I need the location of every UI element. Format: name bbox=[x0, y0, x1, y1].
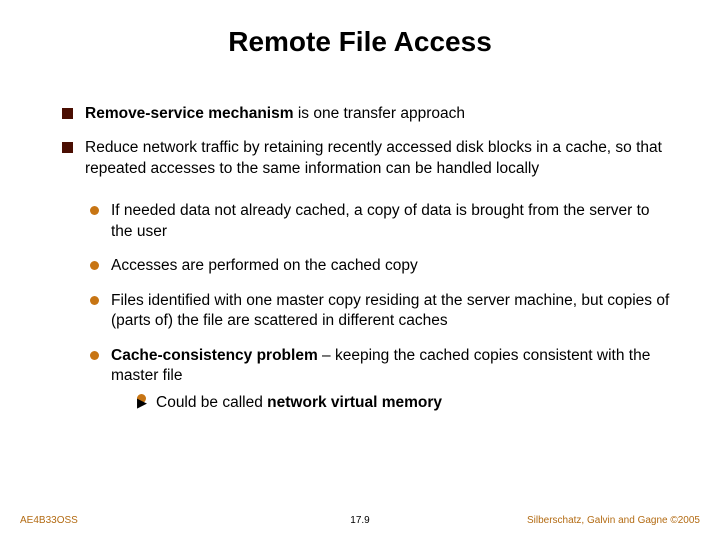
bullet-level2: Accesses are performed on the cached cop… bbox=[90, 256, 670, 276]
bullet-text: Cache-consistency problem – keeping the … bbox=[111, 346, 670, 413]
sub-sub-group: ▶ Could be called network virtual memory bbox=[111, 393, 670, 413]
circle-bullet-icon bbox=[90, 206, 99, 215]
bullet-text: Accesses are performed on the cached cop… bbox=[111, 256, 670, 276]
square-bullet-icon bbox=[62, 108, 73, 119]
bullet-level1: Remove-service mechanism is one transfer… bbox=[62, 104, 670, 124]
slide-title: Remote File Access bbox=[40, 26, 680, 58]
bullet-text: Could be called network virtual memory bbox=[156, 393, 670, 413]
sub-bullet-group: If needed data not already cached, a cop… bbox=[62, 201, 670, 413]
circle-bullet-icon bbox=[90, 351, 99, 360]
circle-bullet-icon bbox=[90, 296, 99, 305]
bold-text: network virtual memory bbox=[267, 394, 442, 411]
bullet-level3: ▶ Could be called network virtual memory bbox=[137, 393, 670, 413]
footer-page-number: 17.9 bbox=[350, 515, 369, 526]
footer-left-text: AE4B33OSS bbox=[20, 515, 78, 526]
circle-bullet-icon bbox=[90, 261, 99, 270]
bullet-text: Reduce network traffic by retaining rece… bbox=[85, 138, 670, 179]
slide-footer: AE4B33OSS 17.9 Silberschatz, Galvin and … bbox=[0, 508, 720, 526]
plain-text: Could be called bbox=[156, 394, 267, 411]
bullet-level2: If needed data not already cached, a cop… bbox=[90, 201, 670, 242]
triangle-bullet-icon: ▶ bbox=[137, 394, 146, 403]
slide: Remote File Access Remove-service mechan… bbox=[0, 0, 720, 540]
bullet-level2: Files identified with one master copy re… bbox=[90, 291, 670, 332]
square-bullet-icon bbox=[62, 142, 73, 153]
footer-copyright: Silberschatz, Galvin and Gagne ©2005 bbox=[527, 515, 700, 526]
bullet-level2: Cache-consistency problem – keeping the … bbox=[90, 346, 670, 413]
plain-text: is one transfer approach bbox=[294, 105, 465, 122]
bullet-text: Remove-service mechanism is one transfer… bbox=[85, 104, 670, 124]
bullet-level1: Reduce network traffic by retaining rece… bbox=[62, 138, 670, 179]
bullet-text: If needed data not already cached, a cop… bbox=[111, 201, 670, 242]
bold-text: Cache-consistency problem bbox=[111, 347, 318, 364]
bold-text: Remove-service mechanism bbox=[85, 105, 294, 122]
slide-content: Remove-service mechanism is one transfer… bbox=[40, 104, 680, 413]
bullet-text: Files identified with one master copy re… bbox=[111, 291, 670, 332]
